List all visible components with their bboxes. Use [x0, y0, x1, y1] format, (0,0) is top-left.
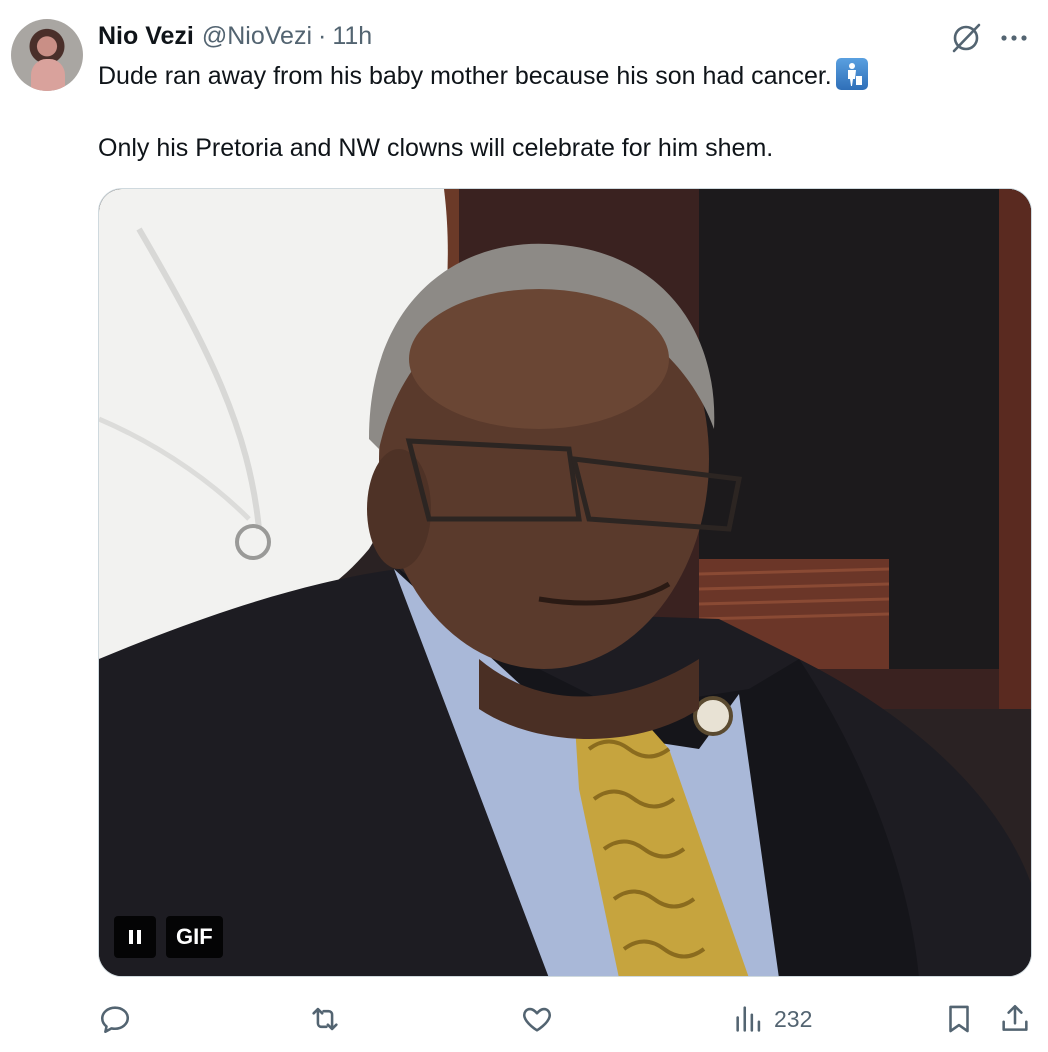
views-chart-icon — [736, 1006, 761, 1032]
gif-controls: GIF — [114, 916, 223, 958]
pause-icon[interactable] — [114, 916, 156, 958]
tweet-timestamp[interactable]: 11h — [332, 20, 372, 52]
gif-media[interactable] — [98, 188, 1032, 977]
retweet-button[interactable] — [308, 996, 342, 1042]
bookmark-icon — [949, 1005, 969, 1033]
share-icon — [1002, 1004, 1028, 1031]
retweet-icon — [312, 1007, 338, 1031]
tweet-line-2: Only his Pretoria and NW clowns will cel… — [98, 134, 774, 162]
author-handle[interactable]: @NioVezi — [202, 20, 312, 52]
separator-dot: · — [318, 22, 327, 50]
grok-icon[interactable] — [948, 20, 984, 56]
author-avatar[interactable] — [11, 19, 83, 91]
put-litter-in-its-place-emoji — [835, 58, 868, 90]
share-button[interactable] — [998, 996, 1032, 1042]
reply-icon — [100, 1006, 130, 1034]
views-button[interactable]: 232 — [732, 996, 812, 1042]
views-count: 232 — [774, 1005, 813, 1032]
reply-button[interactable] — [98, 996, 132, 1042]
heart-icon — [523, 1007, 551, 1032]
gif-badge: GIF — [166, 916, 223, 958]
gif-frame-image — [99, 189, 1031, 976]
tweet-line-1: Dude ran away from his baby mother becau… — [98, 58, 1018, 94]
author-display-name[interactable]: Nio Vezi — [98, 20, 194, 52]
tweet-line-1-text: Dude ran away from his baby mother becau… — [98, 62, 832, 90]
more-dots-icon[interactable] — [996, 22, 1032, 54]
tweet-text: Dude ran away from his baby mother becau… — [98, 58, 1018, 166]
tweet-action-bar: 232 — [0, 996, 1048, 1042]
tweet-header: Nio Vezi @NioVezi · 11h — [98, 20, 372, 52]
like-button[interactable] — [520, 996, 554, 1042]
bookmark-button[interactable] — [942, 996, 976, 1042]
